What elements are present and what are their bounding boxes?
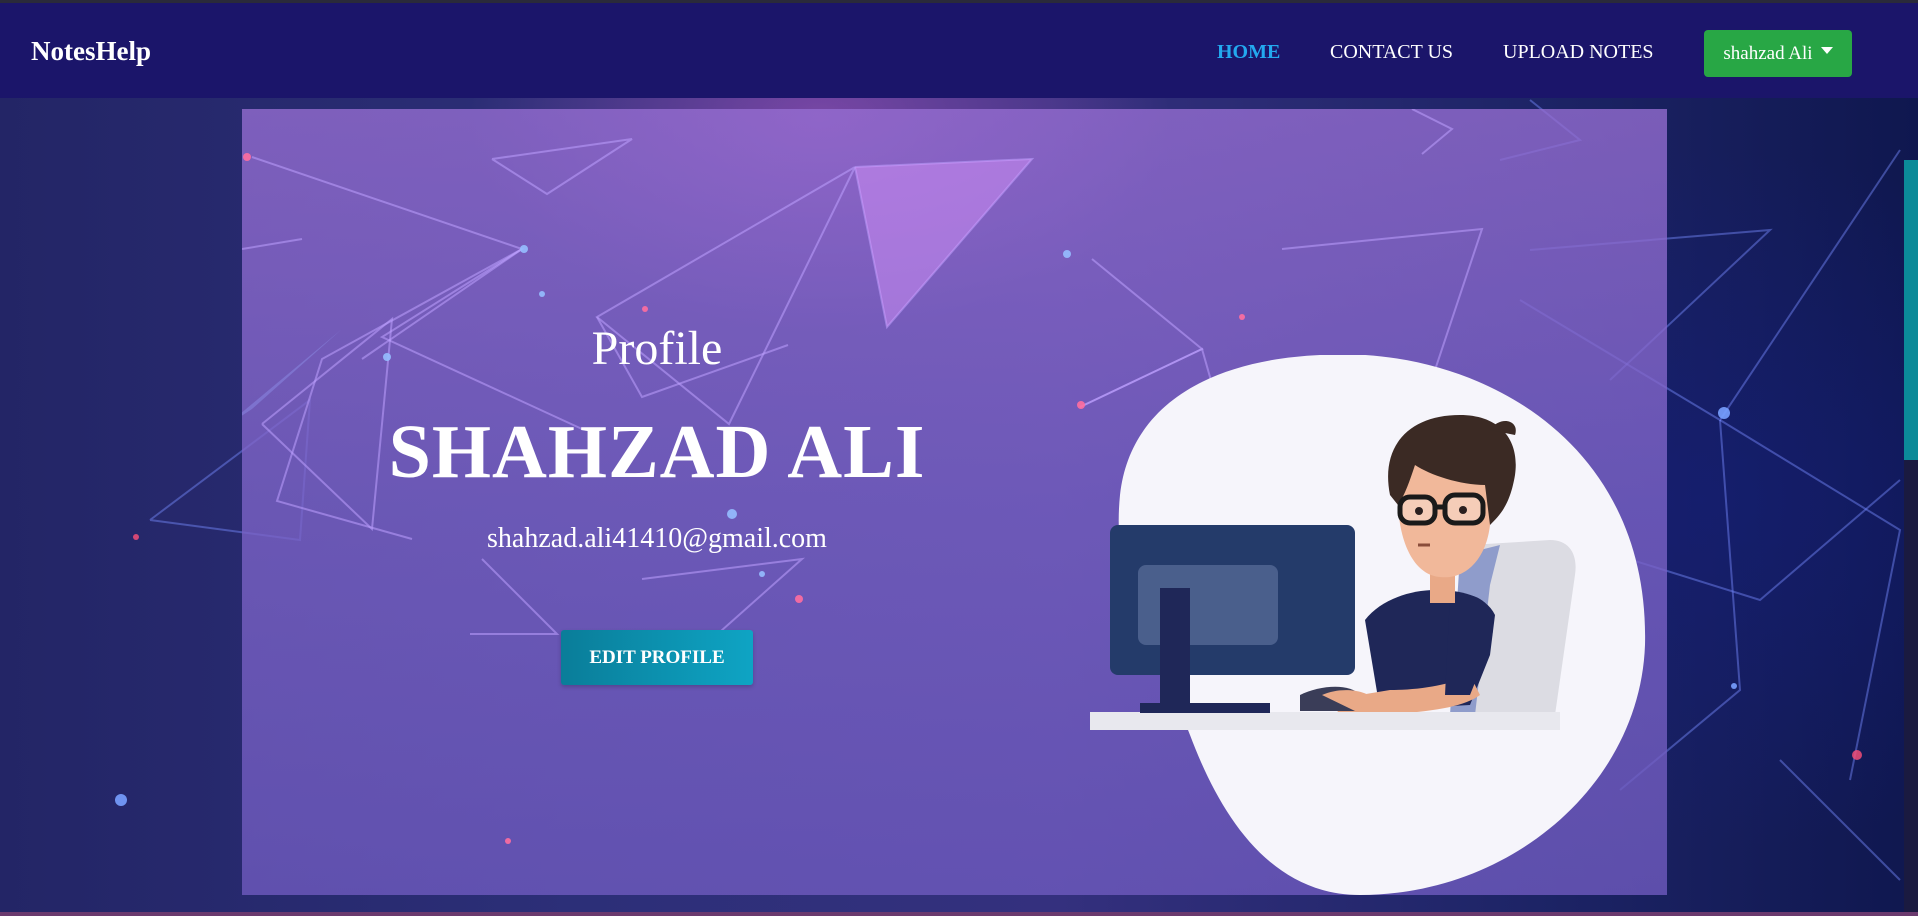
nav-link-contact-us[interactable]: CONTACT US [1330, 41, 1453, 64]
user-dropdown-label: shahzad Ali [1723, 42, 1813, 64]
user-dropdown-button[interactable]: shahzad Ali [1704, 30, 1852, 77]
profile-email: shahzad.ali41410@gmail.com [487, 523, 827, 554]
caret-down-icon [1820, 47, 1833, 54]
edit-profile-button[interactable]: EDIT PROFILE [561, 630, 753, 685]
top-navbar: NotesHelp HOME CONTACT US UPLOAD NOTES s… [0, 0, 1918, 98]
scrollbar-thumb[interactable] [1904, 460, 1918, 916]
brand-logo[interactable]: NotesHelp [31, 36, 151, 67]
scrollbar-track [1904, 160, 1918, 460]
profile-heading: Profile [591, 322, 723, 375]
nav-link-upload-notes[interactable]: UPLOAD NOTES [1503, 41, 1654, 64]
nav-link-home[interactable]: HOME [1217, 41, 1280, 64]
page-bottom-border [0, 912, 1918, 916]
person-at-computer-illustration [1090, 355, 1646, 895]
profile-name: SHAHZAD ALI [388, 410, 926, 494]
